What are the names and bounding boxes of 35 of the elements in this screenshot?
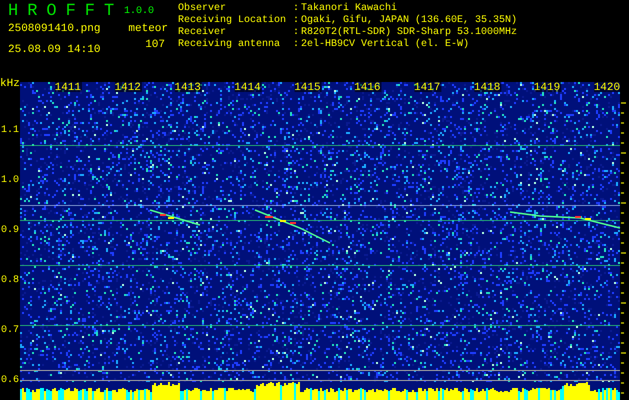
info-separator: : bbox=[293, 3, 300, 15]
app-version: 1.0.0 bbox=[124, 5, 154, 19]
info-value: Takanori Kawachi bbox=[301, 3, 398, 14]
frequency-label: 0.8 bbox=[1, 275, 20, 286]
frequency-label: 0.6 bbox=[1, 375, 20, 386]
file-name: 2508091410.png bbox=[8, 23, 102, 36]
app-title: HROFFT bbox=[8, 3, 118, 21]
time-label: 1419 bbox=[534, 82, 560, 94]
time-label: 1417 bbox=[414, 82, 440, 94]
info-separator: : bbox=[293, 15, 300, 27]
meteor-count: 107 bbox=[145, 39, 165, 52]
time-label: 1412 bbox=[114, 82, 141, 94]
time-label: 1414 bbox=[234, 82, 261, 94]
time-label: 1413 bbox=[174, 82, 201, 94]
timestamp: 25.08.09 14:10 bbox=[8, 44, 102, 57]
time-label: 1418 bbox=[474, 82, 500, 94]
meteor-label: meteor bbox=[128, 23, 168, 36]
info-label: Receiving antenna bbox=[178, 39, 282, 51]
info-label: Receiving Location bbox=[178, 15, 288, 26]
info-separator: : bbox=[293, 27, 300, 39]
info-label: Observer bbox=[178, 3, 228, 14]
frequency-label: 0.9 bbox=[1, 225, 20, 236]
time-label: 1416 bbox=[354, 82, 380, 94]
info-value: R820T2(RTL-SDR) SDR-Sharp 53.1000MHz bbox=[301, 27, 518, 38]
time-label: 1415 bbox=[294, 82, 321, 94]
frequency-label: 1.1 bbox=[1, 125, 20, 136]
frequency-label: 0.7 bbox=[1, 325, 20, 336]
info-separator: : bbox=[293, 39, 300, 51]
time-label: 1420 bbox=[594, 82, 620, 94]
frequency-label: 1.0 bbox=[1, 175, 20, 186]
info-label: Receiver bbox=[178, 27, 228, 38]
y-axis-unit: kHz bbox=[0, 78, 20, 90]
info-value: Ogaki, Gifu, JAPAN (136.60E, 35.35N) bbox=[301, 15, 518, 26]
info-value: 2el-HB9CV Vertical (el. E-W) bbox=[301, 39, 470, 51]
time-label: 1411 bbox=[54, 82, 81, 94]
